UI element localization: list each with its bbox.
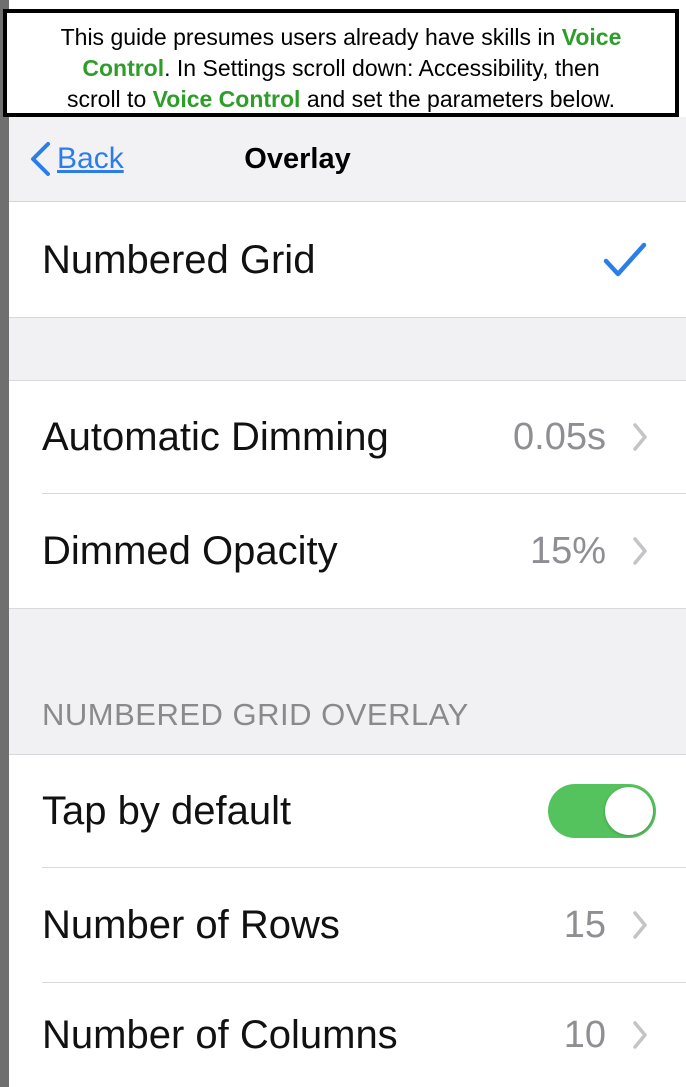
chevron-right-icon [633,1021,647,1049]
tap-by-default-toggle[interactable] [548,784,656,838]
section-header-area: NUMBERED GRID OVERLAY [9,609,686,754]
tap-by-default-label: Tap by default [42,788,292,833]
banner-highlight: Voice Control [152,86,301,112]
number-of-columns-label: Number of Columns [42,1012,398,1057]
banner-text: scroll to [67,86,153,112]
banner-text: This guide presumes users already have s… [60,24,562,50]
instruction-banner: This guide presumes users already have s… [3,9,679,117]
toggle-knob [605,787,653,835]
chevron-right-icon [633,423,647,451]
overlay-option-numbered-grid[interactable]: Numbered Grid [9,202,686,318]
dimmed-opacity-row[interactable]: Dimmed Opacity 15% [9,494,686,608]
number-of-rows-row[interactable]: Number of Rows 15 [9,868,686,982]
chevron-right-icon [633,537,647,565]
navigation-bar: Back Overlay [9,117,686,202]
page-title: Overlay [9,143,686,176]
section-header: NUMBERED GRID OVERLAY [42,697,469,732]
automatic-dimming-row[interactable]: Automatic Dimming 0.05s [9,381,686,493]
banner-line-2: Control. In Settings scroll down: Access… [7,53,675,84]
settings-screen: Back Overlay Numbered Grid Automatic Dim… [9,117,686,1087]
dimmed-opacity-value: 15% [529,529,606,572]
banner-highlight: Voice [561,24,622,50]
number-of-rows-label: Number of Rows [42,902,340,947]
page-title-text: Overlay [244,143,351,175]
option-label: Numbered Grid [42,237,316,282]
number-of-rows-value: 15 [563,903,606,946]
banner-line-1: This guide presumes users already have s… [7,22,675,53]
left-edge-bar [0,0,9,1087]
number-of-columns-row[interactable]: Number of Columns 10 [9,983,686,1087]
automatic-dimming-value: 0.05s [513,415,606,458]
automatic-dimming-label: Automatic Dimming [42,414,389,459]
number-of-columns-value: 10 [563,1013,606,1056]
banner-highlight: Control [82,55,165,81]
tap-by-default-row: Tap by default [9,755,686,867]
banner-text: . In Settings scroll down: Accessibility… [164,55,600,81]
section-spacer [9,318,686,380]
chevron-right-icon [633,911,647,939]
banner-line-3: scroll to Voice Control and set the para… [7,84,675,115]
dimmed-opacity-label: Dimmed Opacity [42,528,338,573]
banner-text: and set the parameters below. [300,86,615,112]
checkmark-icon [603,242,647,277]
